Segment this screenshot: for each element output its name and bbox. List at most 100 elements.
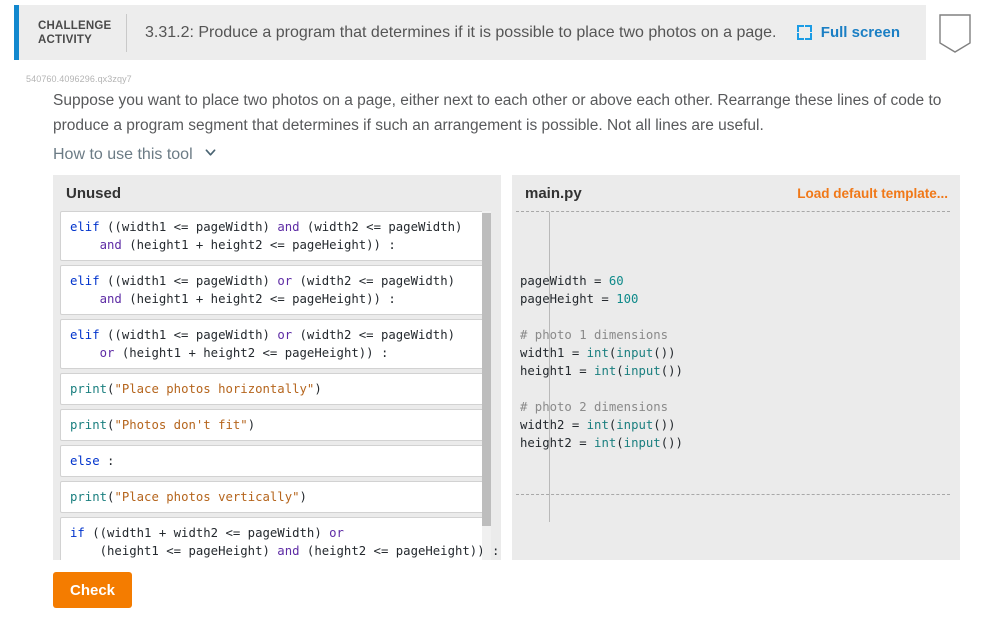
prompt-text: Suppose you want to place two photos on … — [53, 92, 942, 134]
fullscreen-icon — [796, 25, 812, 40]
code-token: and — [99, 238, 122, 252]
code-token: or — [99, 346, 115, 360]
code-token: or — [329, 526, 344, 540]
editor-empty-dropzone[interactable] — [516, 495, 950, 560]
code-line: height1 = int(input()) — [520, 362, 950, 380]
code-token: ()) — [660, 364, 683, 378]
unused-code-block[interactable]: if ((width1 + width2 <= pageWidth) or (h… — [60, 517, 499, 560]
how-to-use-this-tool-toggle[interactable]: How to use this tool — [53, 146, 216, 164]
code-token: # photo 1 dimensions — [520, 328, 669, 342]
code-line: and (height1 + height2 <= pageHeight)) : — [70, 236, 475, 254]
unused-code-block[interactable]: print("Photos don't fit") — [60, 409, 484, 441]
unused-code-block[interactable]: elif ((width1 <= pageWidth) and (width2 … — [60, 211, 484, 261]
chevron-down-icon — [205, 148, 216, 156]
code-token: (width2 <= pageWidth) — [292, 328, 455, 342]
code-line: elif ((width1 <= pageWidth) and (width2 … — [70, 218, 475, 236]
code-line: # photo 2 dimensions — [520, 398, 950, 416]
code-token: # photo 2 dimensions — [520, 400, 669, 414]
code-token: height2 = — [520, 436, 595, 450]
code-token: int — [586, 418, 609, 432]
code-token: else — [70, 454, 100, 468]
code-token: ((width1 <= pageWidth) — [99, 328, 278, 342]
code-line: height2 = int(input()) — [520, 434, 950, 452]
code-token: "Photos don't fit" — [114, 418, 248, 432]
code-token: ( — [616, 364, 624, 378]
code-line: elif ((width1 <= pageWidth) or (width2 <… — [70, 326, 475, 344]
editor-panel-header: main.py Load default template... — [512, 175, 960, 211]
code-token: int — [586, 346, 609, 360]
activity-card: 540760.4096296.qx3zqy7 Suppose you want … — [14, 60, 960, 620]
indent-guide-line — [549, 212, 550, 522]
code-token: elif — [70, 220, 100, 234]
code-token: "Place photos vertically" — [114, 490, 300, 504]
code-token: elif — [70, 274, 100, 288]
unused-blocks-scroll-area[interactable]: elif ((width1 <= pageWidth) and (width2 … — [53, 211, 501, 560]
editor-file-name: main.py — [525, 184, 582, 202]
code-token: ((width1 <= pageWidth) — [99, 220, 278, 234]
code-token: int — [594, 364, 617, 378]
code-token: or — [277, 328, 293, 342]
code-token: ()) — [660, 436, 683, 450]
page-title: 3.31.2: Produce a program that determine… — [145, 23, 777, 41]
code-token: or — [277, 274, 293, 288]
code-line: print("Place photos horizontally") — [70, 380, 475, 398]
code-token: int — [594, 436, 617, 450]
code-line: else : — [70, 452, 475, 470]
code-token: elif — [70, 328, 100, 342]
tool-panels: Unused elif ((width1 <= pageWidth) and (… — [53, 175, 973, 560]
code-token: input — [616, 346, 654, 360]
unused-panel-title: Unused — [66, 184, 122, 202]
code-token: if — [70, 526, 85, 540]
code-token: and — [99, 292, 122, 306]
code-token: pageWidth = — [520, 274, 609, 288]
code-token: print — [70, 382, 108, 396]
unused-code-block[interactable]: elif ((width1 <= pageWidth) or (width2 <… — [60, 265, 484, 315]
bookmark-icon[interactable] — [938, 13, 972, 55]
activity-header: CHALLENGE ACTIVITY 3.31.2: Produce a pro… — [14, 5, 926, 60]
unused-code-block[interactable]: else : — [60, 445, 484, 477]
unused-code-block[interactable]: print("Place photos vertically") — [60, 481, 484, 513]
code-line: and (height1 + height2 <= pageHeight)) : — [70, 290, 475, 308]
fullscreen-label: Full screen — [820, 24, 900, 41]
editor-drop-area[interactable]: pageWidth = 60 pageHeight = 100 # photo 1… — [512, 211, 960, 560]
challenge-activity-badge: CHALLENGE ACTIVITY — [38, 19, 112, 46]
code-line: width2 = int(input()) — [520, 416, 950, 434]
check-button[interactable]: Check — [53, 572, 132, 608]
fullscreen-button[interactable]: Full screen — [796, 24, 900, 41]
code-token: (height2 <= pageHeight)) : — [299, 544, 500, 558]
editor-code-lines: pageWidth = 60 pageHeight = 100 # photo 1… — [520, 272, 950, 452]
code-token: print — [70, 418, 108, 432]
code-token: ((width1 <= pageWidth) — [99, 274, 278, 288]
unused-code-block[interactable]: elif ((width1 <= pageWidth) or (width2 <… — [60, 319, 484, 369]
code-token: (width2 <= pageWidth) — [292, 274, 455, 288]
code-token: ()) — [653, 346, 676, 360]
unused-code-block[interactable]: print("Place photos horizontally") — [60, 373, 484, 405]
code-line: print("Place photos vertically") — [70, 488, 475, 506]
code-token: ((width1 + width2 <= pageWidth) — [84, 526, 330, 540]
code-token: : — [99, 454, 115, 468]
code-token: ()) — [653, 418, 676, 432]
code-token: (height1 <= pageHeight) — [70, 544, 278, 558]
code-token: (height1 + height2 <= pageHeight)) : — [121, 238, 396, 252]
editor-panel: main.py Load default template... pageWid… — [512, 175, 960, 560]
code-token: and — [277, 544, 300, 558]
unused-scrollbar-thumb[interactable] — [482, 213, 491, 526]
code-line: pageWidth = 60 — [520, 272, 950, 290]
code-token: 100 — [616, 292, 639, 306]
code-token: 60 — [608, 274, 624, 288]
code-line: if ((width1 + width2 <= pageWidth) or — [70, 524, 475, 542]
code-token: ) — [299, 490, 307, 504]
code-token: print — [70, 490, 108, 504]
activity-id: 540760.4096296.qx3zqy7 — [26, 74, 132, 84]
code-token: width1 = — [520, 346, 587, 360]
code-token: ) — [247, 418, 256, 432]
code-token: pageHeight = — [520, 292, 617, 306]
load-default-template-link[interactable]: Load default template... — [797, 186, 948, 201]
code-token: "Place photos horizontally" — [114, 382, 315, 396]
unused-panel: Unused elif ((width1 <= pageWidth) and (… — [53, 175, 501, 560]
